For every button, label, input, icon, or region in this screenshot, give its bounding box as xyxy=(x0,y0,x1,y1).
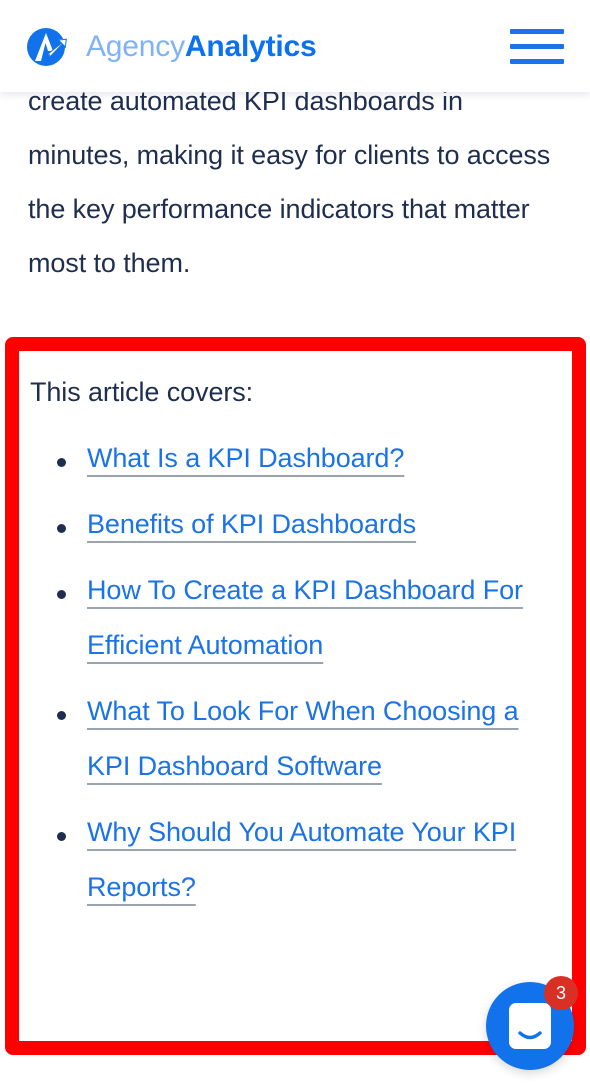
toc-link-what-to-look-for-when-choosing[interactable]: What To Look For When Choosing a KPI Das… xyxy=(87,696,519,781)
list-item: Why Should You Automate Your KPI Reports… xyxy=(30,805,556,915)
brand-name-bold: Analytics xyxy=(184,30,317,63)
mobile-web-page: create automated KPI dashboards in minut… xyxy=(0,0,590,1088)
list-item: What To Look For When Choosing a KPI Das… xyxy=(30,684,556,794)
toc-link-how-to-create-a-kpi-dashboard[interactable]: How To Create a KPI Dashboard For Effici… xyxy=(87,575,523,660)
menu-bar-middle xyxy=(510,44,564,49)
chat-unread-badge: 3 xyxy=(544,976,578,1010)
covers-heading: This article covers: xyxy=(30,377,254,407)
list-item: What Is a KPI Dashboard? xyxy=(30,431,556,486)
brand-logo[interactable]: AgencyAnalytics xyxy=(24,22,317,72)
toc-link-what-is-a-kpi-dashboard[interactable]: What Is a KPI Dashboard? xyxy=(87,443,404,473)
brand-name-light: Agency xyxy=(86,30,185,63)
toc-link-benefits-of-kpi-dashboards[interactable]: Benefits of KPI Dashboards xyxy=(87,509,416,539)
site-header: AgencyAnalytics xyxy=(0,0,590,92)
toc-link-why-should-you-automate[interactable]: Why Should You Automate Your KPI Reports… xyxy=(87,817,516,902)
table-of-contents-list: What Is a KPI Dashboard? Benefits of KPI… xyxy=(30,431,556,915)
list-item: How To Create a KPI Dashboard For Effici… xyxy=(30,563,556,673)
intercom-chat-icon xyxy=(509,1003,551,1049)
list-item: Benefits of KPI Dashboards xyxy=(30,497,556,552)
agencyanalytics-logo-icon xyxy=(27,28,67,66)
article-covers-section: This article covers: What Is a KPI Dashb… xyxy=(0,337,590,926)
menu-bar-bottom xyxy=(510,59,564,64)
menu-bar-top xyxy=(510,29,564,34)
intro-paragraph: create automated KPI dashboards in minut… xyxy=(28,86,551,278)
hamburger-menu-icon[interactable] xyxy=(508,26,566,68)
brand-wordmark: AgencyAnalytics xyxy=(86,30,317,63)
chat-launcher-button[interactable]: 3 xyxy=(486,976,578,1070)
